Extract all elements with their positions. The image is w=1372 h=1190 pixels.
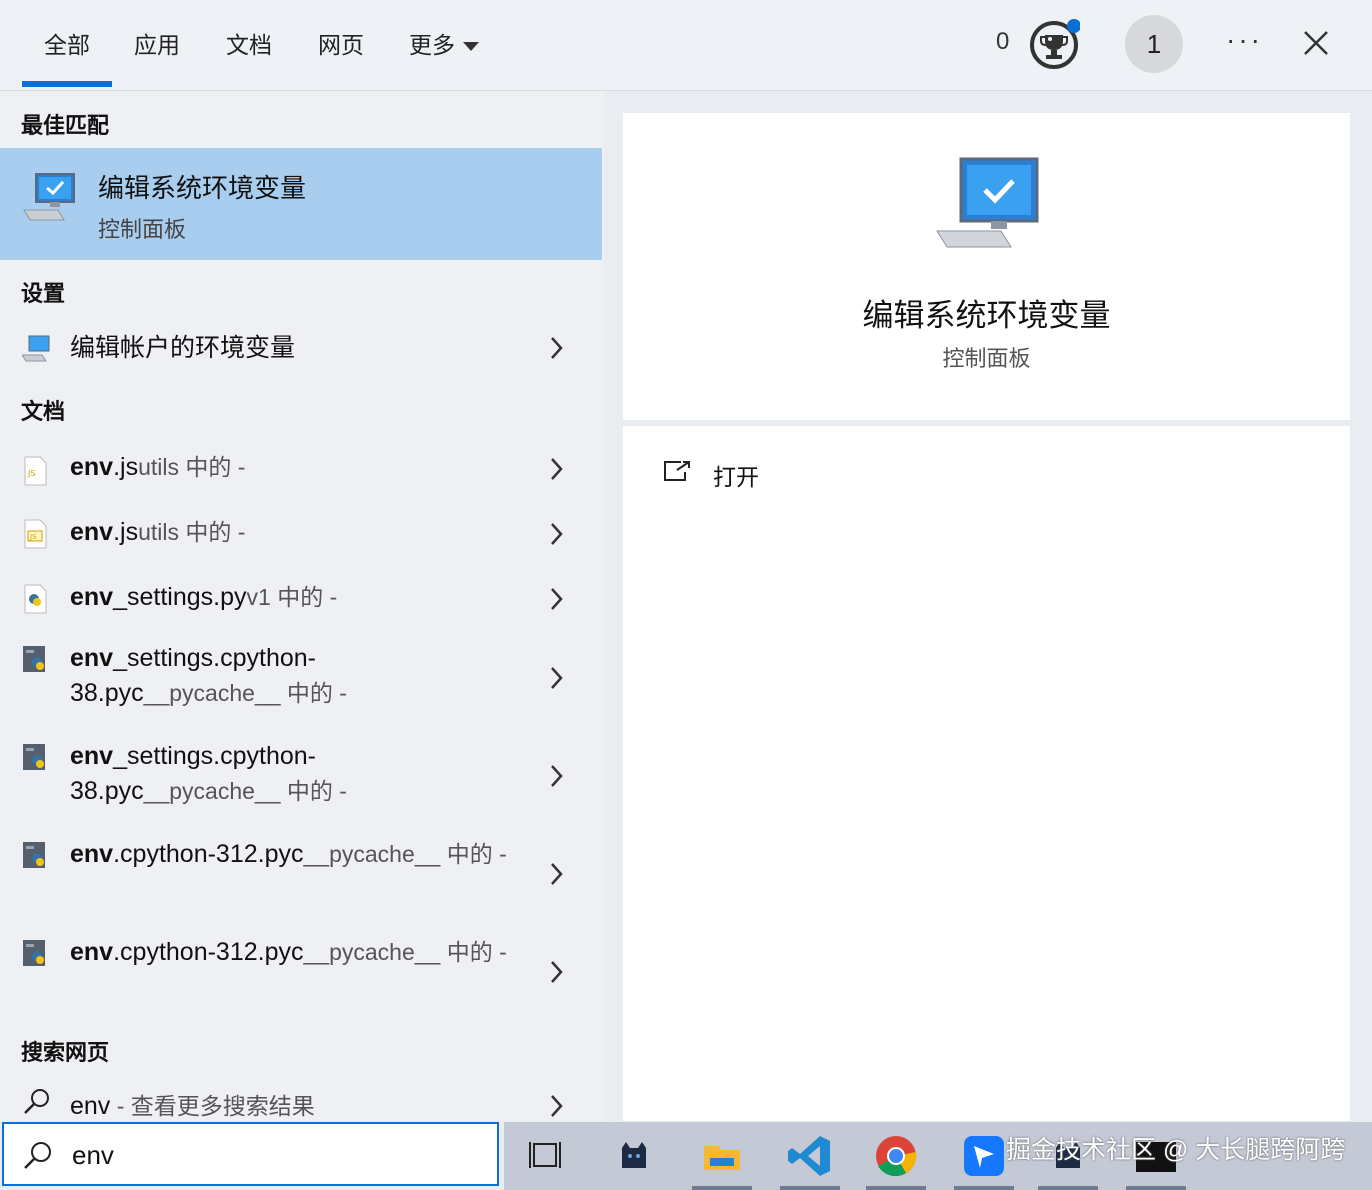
tab-all[interactable]: 全部 xyxy=(22,28,112,87)
chevron-right-icon[interactable] xyxy=(548,456,564,482)
doc-name-bold: env xyxy=(70,583,114,611)
list-item[interactable]: env_settings.pyv1 中的 - xyxy=(0,576,602,636)
search-icon xyxy=(24,1089,49,1114)
doc-location: __pycache__ 中的 - xyxy=(143,680,347,706)
preview-header: 编辑系统环境变量 控制面板 xyxy=(623,113,1350,420)
open-label: 打开 xyxy=(713,464,759,490)
best-match-title: 编辑系统环境变量 xyxy=(98,173,307,203)
running-indicator xyxy=(1126,1186,1186,1190)
doc-name-bold: env xyxy=(70,840,114,868)
doc-name-bold: env xyxy=(70,453,114,481)
doc-name: _settings.py xyxy=(113,583,247,611)
more-options-icon[interactable]: ··· xyxy=(1226,24,1263,56)
chrome-icon[interactable] xyxy=(872,1132,920,1180)
doc-name-bold: env xyxy=(70,644,114,672)
doc-name: .js xyxy=(113,453,139,481)
feishu-icon[interactable] xyxy=(960,1132,1008,1180)
tab-web[interactable]: 网页 xyxy=(318,28,364,62)
doc-location: __pycache__ 中的 - xyxy=(303,841,507,867)
list-item[interactable]: env.cpython-312.pyc__pycache__ 中的 - xyxy=(0,935,602,1025)
pyc-file-icon xyxy=(23,646,45,672)
trophy-icon[interactable] xyxy=(1028,18,1080,70)
chevron-right-icon[interactable] xyxy=(548,959,564,985)
python-file-icon xyxy=(24,584,47,614)
doc-name: .cpython-312.pyc xyxy=(113,938,304,966)
avatar[interactable]: 1 xyxy=(1125,15,1183,73)
pyc-file-icon xyxy=(23,744,45,770)
chevron-right-icon[interactable] xyxy=(548,1093,564,1119)
close-icon[interactable] xyxy=(1301,28,1331,58)
js-file-icon: JS xyxy=(24,519,47,549)
settings-item-label: 编辑帐户的环境变量 xyxy=(70,334,296,362)
tab-documents[interactable]: 文档 xyxy=(226,28,272,62)
chevron-right-icon[interactable] xyxy=(548,861,564,887)
pyc-file-icon xyxy=(23,940,45,966)
running-indicator xyxy=(866,1186,926,1190)
doc-name-bold: env xyxy=(70,742,114,770)
chevron-right-icon[interactable] xyxy=(548,763,564,789)
section-best-match: 最佳匹配 xyxy=(21,113,110,138)
web-query: env xyxy=(70,1092,111,1120)
watermark: 掘金技术社区 @ 大长腿跨阿跨 xyxy=(1006,1136,1346,1164)
chevron-right-icon[interactable] xyxy=(548,665,564,691)
rewards-points: 0 xyxy=(996,28,1010,55)
best-match-subtitle: 控制面板 xyxy=(98,217,187,242)
running-indicator xyxy=(954,1186,1014,1190)
list-item[interactable]: JS env.jsutils 中的 - xyxy=(0,511,602,571)
preview-actions: 打开 xyxy=(623,426,1350,1121)
monitor-check-icon xyxy=(936,157,1039,248)
list-item[interactable]: env.cpython-312.pyc__pycache__ 中的 - xyxy=(0,837,602,927)
search-box xyxy=(2,1122,499,1186)
web-suffix: - 查看更多搜索结果 xyxy=(110,1093,315,1119)
settings-item[interactable]: 编辑帐户的环境变量 xyxy=(0,321,602,377)
vscode-icon[interactable] xyxy=(786,1132,834,1180)
svg-text:JS: JS xyxy=(27,469,35,478)
doc-location: __pycache__ 中的 - xyxy=(303,939,507,965)
file-explorer-icon[interactable] xyxy=(698,1132,746,1180)
list-item[interactable]: env_settings.cpython-38.pyc__pycache__ 中… xyxy=(0,739,602,829)
doc-location: v1 中的 - xyxy=(246,584,338,610)
list-item[interactable]: env_settings.cpython-38.pyc__pycache__ 中… xyxy=(0,641,602,731)
open-external-icon xyxy=(664,461,690,481)
search-icon xyxy=(24,1142,51,1169)
top-bar: 全部 应用 文档 网页 更多 0 1 ··· xyxy=(0,0,1372,91)
doc-location: __pycache__ 中的 - xyxy=(143,778,347,804)
results-pane: 最佳匹配 编辑系统环境变量 控制面板 设置 编辑帐户的环境变量 文档 JS en… xyxy=(0,91,604,1121)
chevron-right-icon[interactable] xyxy=(548,335,564,361)
tab-apps[interactable]: 应用 xyxy=(134,28,180,62)
cat-app-icon[interactable] xyxy=(610,1132,658,1180)
running-indicator xyxy=(692,1186,752,1190)
svg-text:JS: JS xyxy=(29,533,37,541)
doc-name-bold: env xyxy=(70,518,114,546)
search-input[interactable] xyxy=(70,1134,474,1176)
preview-subtitle: 控制面板 xyxy=(942,346,1031,371)
preview-title: 编辑系统环境变量 xyxy=(862,298,1111,333)
running-indicator xyxy=(780,1186,840,1190)
pyc-file-icon xyxy=(23,842,45,868)
monitor-user-icon xyxy=(22,335,50,362)
running-indicator xyxy=(1038,1186,1098,1190)
section-documents: 文档 xyxy=(21,399,66,424)
monitor-check-icon xyxy=(23,173,75,221)
js-file-icon: JS xyxy=(24,456,47,486)
task-view-icon[interactable] xyxy=(524,1132,572,1180)
section-settings: 设置 xyxy=(21,281,66,306)
web-search-item[interactable]: env - 查看更多搜索结果 xyxy=(0,1083,602,1123)
doc-name: .js xyxy=(113,518,139,546)
open-action[interactable]: 打开 xyxy=(623,426,1350,516)
section-search-web: 搜索网页 xyxy=(21,1040,110,1065)
best-match-item[interactable]: 编辑系统环境变量 控制面板 xyxy=(0,148,602,260)
tab-more[interactable]: 更多 xyxy=(409,28,479,62)
caret-down-icon xyxy=(463,42,479,52)
chevron-right-icon[interactable] xyxy=(548,521,564,547)
doc-location: utils 中的 - xyxy=(138,519,246,545)
chevron-right-icon[interactable] xyxy=(548,586,564,612)
doc-name: .cpython-312.pyc xyxy=(113,840,304,868)
tab-more-label: 更多 xyxy=(409,32,455,58)
doc-location: utils 中的 - xyxy=(138,454,246,480)
doc-name-bold: env xyxy=(70,938,114,966)
list-item[interactable]: JS env.jsutils 中的 - xyxy=(0,446,602,506)
